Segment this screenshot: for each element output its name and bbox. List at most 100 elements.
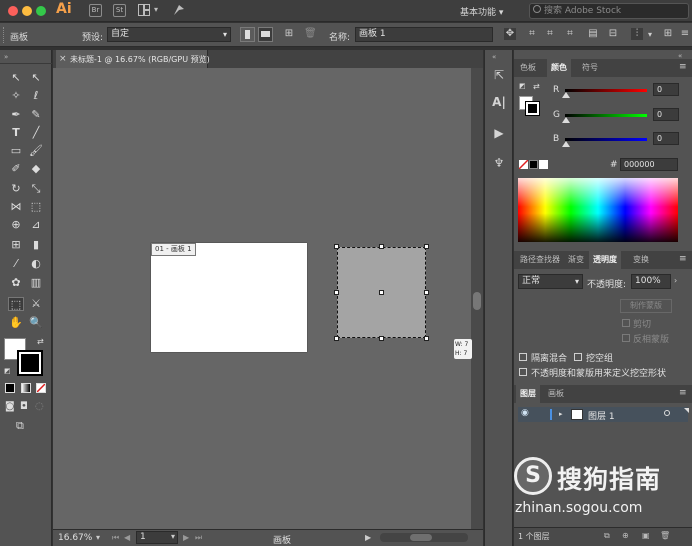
expand-arrow-icon[interactable]: ▸ <box>559 410 563 418</box>
control-menu-icon[interactable]: ≡ <box>679 28 691 40</box>
preset-select[interactable]: 自定 ▾ <box>107 27 231 42</box>
opacity-mask-knockout-checkbox[interactable] <box>519 368 527 376</box>
stock-search-input[interactable]: 搜索 Adobe Stock <box>529 3 689 19</box>
selection-handle[interactable] <box>424 336 429 341</box>
draw-normal-icon[interactable]: ◙ <box>5 401 15 412</box>
opacity-input[interactable]: 100% <box>631 274 671 289</box>
selection-handle[interactable] <box>334 244 339 249</box>
hand-tool-icon[interactable]: ✋ <box>8 316 24 330</box>
selection-handle[interactable] <box>424 244 429 249</box>
collapse-panel-icon[interactable]: « <box>492 53 496 61</box>
knockout-group-checkbox[interactable] <box>574 353 582 361</box>
bridge-icon[interactable]: Br <box>89 4 102 17</box>
artboard-options-icon[interactable]: ⌗ <box>526 28 538 40</box>
actions-panel-icon[interactable]: ▶ <box>490 124 508 142</box>
green-slider-track[interactable] <box>565 114 647 117</box>
tab-transform[interactable]: 变换 <box>629 251 653 269</box>
line-tool-icon[interactable]: ╱ <box>28 126 44 140</box>
white-swatch[interactable] <box>539 160 548 169</box>
artboard-label[interactable]: 01 - 画板 1 <box>151 243 196 256</box>
close-icon[interactable]: × <box>59 54 67 64</box>
visibility-eye-icon[interactable]: ◉ <box>521 408 529 418</box>
gradient-tool-icon[interactable]: ▮ <box>28 238 44 252</box>
blend-mode-select[interactable]: 正常 ▾ <box>518 274 583 289</box>
draw-behind-icon[interactable]: ◘ <box>20 401 28 412</box>
invert-mask-checkbox[interactable] <box>622 334 630 342</box>
gradient-mode-icon[interactable] <box>21 383 31 393</box>
chevron-down-icon[interactable]: ▾ <box>96 533 100 542</box>
none-mode-icon[interactable] <box>36 383 46 393</box>
blend-tool-icon[interactable]: ◐ <box>28 257 44 271</box>
paintbrush-tool-icon[interactable]: 🖌 <box>28 144 44 158</box>
crosshair-icon[interactable]: ⌗ <box>564 28 576 40</box>
tab-layers[interactable]: 图层 <box>516 385 540 403</box>
make-clipping-mask-icon[interactable]: ⧉ <box>604 531 610 541</box>
puppet-warp-icon[interactable]: ♆ <box>490 154 508 172</box>
color-spectrum[interactable] <box>518 178 678 242</box>
artboard-name-input[interactable]: 画板 1 <box>355 27 493 42</box>
panel-menu-icon[interactable]: ≡ <box>679 62 687 72</box>
layer-name[interactable]: 图层 1 <box>588 409 615 422</box>
window-minimize-button[interactable] <box>22 6 32 16</box>
zoom-tool-icon[interactable]: 🔍 <box>28 316 44 330</box>
zoom-level[interactable]: 16.67% <box>58 533 92 543</box>
window-close-button[interactable] <box>8 6 18 16</box>
scrollbar-thumb[interactable] <box>473 292 481 310</box>
tab-transparency[interactable]: 透明度 <box>589 251 621 269</box>
blue-slider-knob[interactable] <box>562 141 570 147</box>
arrange-documents-icon[interactable] <box>138 4 150 16</box>
draw-inside-icon[interactable]: ◌ <box>35 401 44 412</box>
selection-handle[interactable] <box>334 290 339 295</box>
align-center-icon[interactable]: ⌗ <box>544 28 556 40</box>
eraser-tool-icon[interactable]: ◆ <box>28 162 44 176</box>
magic-wand-tool-icon[interactable]: ✧ <box>8 89 24 103</box>
default-colors-icon[interactable]: ◩ <box>4 367 11 375</box>
none-color-swatch[interactable] <box>519 160 528 169</box>
transform-panel-icon[interactable]: ⊞ <box>662 28 674 40</box>
gpu-performance-icon[interactable] <box>172 3 186 17</box>
red-value-input[interactable]: 0 <box>653 83 679 96</box>
new-artboard-icon[interactable]: ⊞ <box>283 28 295 40</box>
lasso-tool-icon[interactable]: ℓ <box>28 89 44 103</box>
stroke-swatch[interactable] <box>17 350 43 376</box>
isolate-blending-checkbox[interactable] <box>519 353 527 361</box>
green-value-input[interactable]: 0 <box>653 108 679 121</box>
scrollbar-thumb[interactable] <box>410 534 432 541</box>
panel-menu-icon[interactable]: ≡ <box>679 388 687 398</box>
default-colors-icon[interactable]: ◩ <box>519 82 526 90</box>
make-mask-button[interactable]: 制作蒙版 <box>620 299 672 313</box>
selection-center-handle[interactable] <box>379 290 384 295</box>
swap-fill-stroke-icon[interactable]: ⇄ <box>533 82 540 91</box>
red-slider-knob[interactable] <box>562 92 570 98</box>
last-artboard-icon[interactable]: ⏭ <box>195 533 202 543</box>
selection-tool-icon[interactable]: ↖ <box>8 71 24 85</box>
width-tool-icon[interactable]: ⋈ <box>8 200 24 214</box>
selection-handle[interactable] <box>334 336 339 341</box>
red-slider-track[interactable] <box>565 89 647 92</box>
panel-grip[interactable] <box>3 27 6 43</box>
green-slider-knob[interactable] <box>562 117 570 123</box>
selection-handle[interactable] <box>379 244 384 249</box>
type-tool-icon[interactable]: T <box>8 126 24 140</box>
color-stroke-swatch[interactable] <box>525 101 540 116</box>
next-artboard-icon[interactable]: ▶ <box>183 533 189 542</box>
tab-gradient[interactable]: 渐变 <box>564 251 588 269</box>
scale-tool-icon[interactable]: ⤡ <box>28 182 44 196</box>
selection-handle[interactable] <box>424 290 429 295</box>
artboard-1[interactable] <box>151 243 307 352</box>
artboard-page-field[interactable]: 1 ▾ <box>136 531 178 544</box>
blue-value-input[interactable]: 0 <box>653 132 679 145</box>
shape-builder-tool-icon[interactable]: ⊕ <box>8 218 24 232</box>
video-safe-icon[interactable]: ▤ <box>587 28 599 40</box>
tab-pathfinder[interactable]: 路径查找器 <box>516 251 564 269</box>
stock-icon[interactable]: St <box>113 4 126 17</box>
free-transform-tool-icon[interactable]: ⬚ <box>28 200 44 214</box>
black-swatch[interactable] <box>529 160 538 169</box>
artboard-tool-icon[interactable]: ⬚ <box>8 297 24 311</box>
new-sublayer-icon[interactable]: ⊕ <box>622 531 629 540</box>
chevron-right-icon[interactable]: › <box>674 276 677 285</box>
rectangle-tool-icon[interactable]: ▭ <box>8 144 24 158</box>
window-maximize-button[interactable] <box>36 6 46 16</box>
hex-value-input[interactable]: 000000 <box>620 158 678 171</box>
selection-handle[interactable] <box>379 336 384 341</box>
